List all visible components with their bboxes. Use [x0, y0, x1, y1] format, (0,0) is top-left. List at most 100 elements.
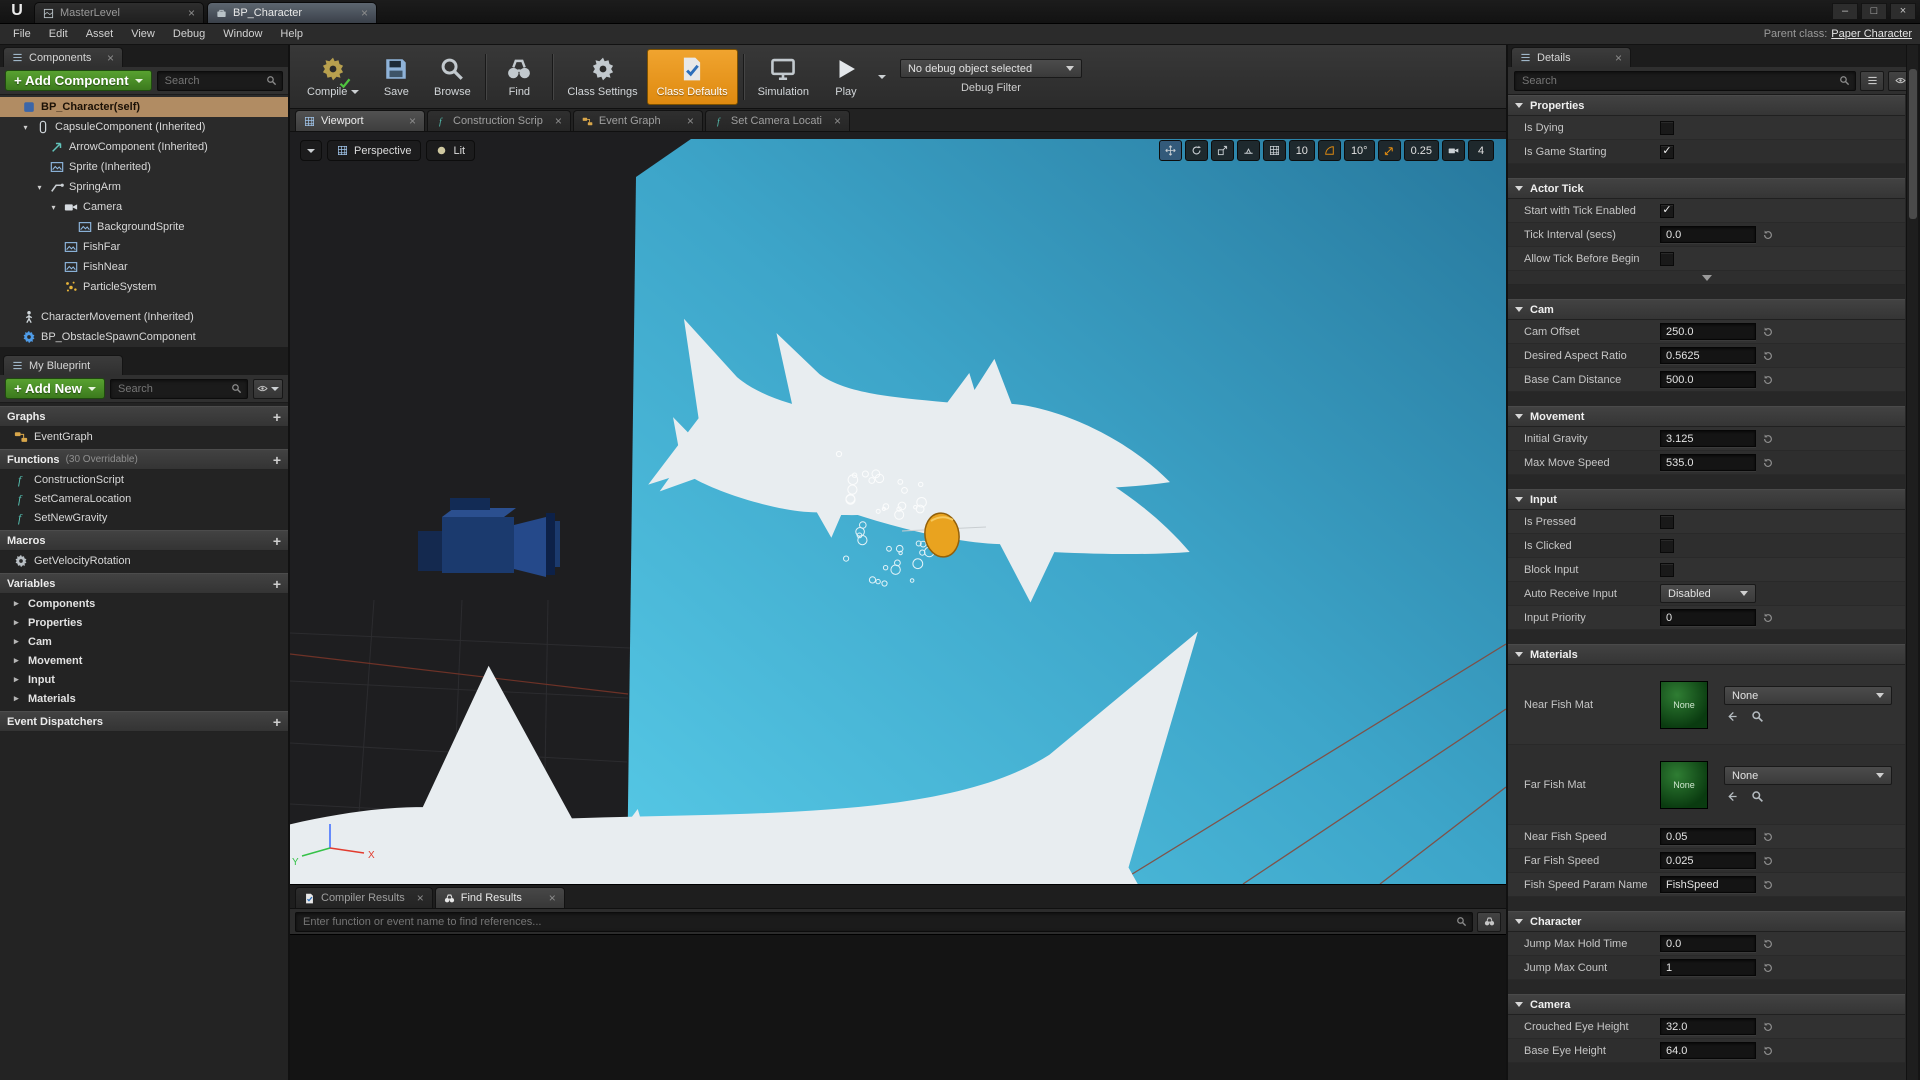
checkbox[interactable]	[1660, 539, 1674, 553]
play-button[interactable]: Play	[818, 49, 874, 105]
tab-event-graph[interactable]: Event Graph×	[573, 110, 703, 131]
section-header[interactable]: Properties	[1508, 95, 1905, 116]
close-icon[interactable]: ×	[543, 892, 556, 904]
visibility-filter-button[interactable]	[253, 379, 283, 399]
component-bp-obstaclespawncomponent[interactable]: BP_ObstacleSpawnComponent	[0, 327, 288, 347]
item-movement[interactable]: ▸Movement	[0, 651, 288, 670]
use-selected-asset-icon[interactable]	[1726, 710, 1739, 723]
section-header[interactable]: Materials	[1508, 644, 1905, 665]
item-components[interactable]: ▸Components	[0, 594, 288, 613]
my-blueprint-search-input[interactable]	[118, 383, 231, 395]
item-setcameralocation[interactable]: SetCameraLocation	[0, 489, 288, 508]
add-button[interactable]: +	[273, 714, 281, 730]
add-button[interactable]: +	[273, 409, 281, 425]
number-input[interactable]: 0.05	[1660, 828, 1756, 845]
item-setnewgravity[interactable]: SetNewGravity	[0, 508, 288, 527]
window-tab-masterlevel[interactable]: MasterLevel×	[34, 2, 204, 23]
close-icon[interactable]: ×	[101, 52, 114, 64]
checkbox[interactable]	[1660, 563, 1674, 577]
find-in-blueprints-button[interactable]	[1477, 912, 1501, 932]
add-button[interactable]: +	[273, 452, 281, 468]
checkbox[interactable]	[1660, 121, 1674, 135]
viewport-scene[interactable]: X Y	[290, 132, 1506, 884]
my-blueprint-panel-tab[interactable]: My Blueprint	[3, 355, 123, 375]
number-input[interactable]: 32.0	[1660, 1018, 1756, 1035]
translate-tool-button[interactable]	[1159, 140, 1182, 161]
section-header[interactable]: Actor Tick	[1508, 178, 1905, 199]
close-icon[interactable]: ×	[681, 115, 694, 127]
add-button[interactable]: +	[273, 533, 281, 549]
rotate-tool-button[interactable]	[1185, 140, 1208, 161]
component-capsulecomponent-inherited[interactable]: ▾CapsuleComponent (Inherited)	[0, 117, 288, 137]
number-input[interactable]: 0.0	[1660, 226, 1756, 243]
number-input[interactable]: 3.125	[1660, 430, 1756, 447]
components-search-input[interactable]	[165, 75, 266, 87]
component-camera[interactable]: ▾Camera	[0, 197, 288, 217]
number-input[interactable]: 1	[1660, 959, 1756, 976]
viewport-options-button[interactable]	[300, 140, 322, 161]
number-input[interactable]: 535.0	[1660, 454, 1756, 471]
section-header[interactable]: Input	[1508, 489, 1905, 510]
section-header[interactable]: Graphs+	[0, 406, 288, 427]
checkbox[interactable]	[1660, 515, 1674, 529]
item-input[interactable]: ▸Input	[0, 670, 288, 689]
tab-set-camera-locati[interactable]: Set Camera Locati×	[705, 110, 850, 131]
parent-class-value[interactable]: Paper Character	[1831, 28, 1912, 40]
checkbox[interactable]: ✓	[1660, 145, 1674, 159]
section-header[interactable]: Event Dispatchers+	[0, 711, 288, 732]
save-button[interactable]: Save	[368, 49, 424, 105]
lit-mode-button[interactable]: Lit	[426, 140, 475, 161]
text-input[interactable]: FishSpeed	[1660, 876, 1756, 893]
minimize-button[interactable]: –	[1832, 3, 1858, 20]
section-header[interactable]: Cam	[1508, 299, 1905, 320]
item-constructionscript[interactable]: ConstructionScript	[0, 470, 288, 489]
close-icon[interactable]: ×	[355, 7, 368, 19]
menu-view[interactable]: View	[122, 28, 164, 40]
tab-construction-scrip[interactable]: Construction Scrip×	[427, 110, 571, 131]
details-panel-tab[interactable]: Details ×	[1511, 47, 1631, 67]
browse-asset-icon[interactable]	[1751, 790, 1764, 803]
item-properties[interactable]: ▸Properties	[0, 613, 288, 632]
material-thumbnail[interactable]: None	[1660, 681, 1708, 729]
menu-window[interactable]: Window	[214, 28, 271, 40]
section-header[interactable]: Camera	[1508, 994, 1905, 1015]
camera-speed-button[interactable]	[1442, 140, 1465, 161]
number-input[interactable]: 0.0	[1660, 935, 1756, 952]
play-options-dropdown[interactable]	[874, 49, 890, 105]
number-input[interactable]: 250.0	[1660, 323, 1756, 340]
menu-debug[interactable]: Debug	[164, 28, 214, 40]
scale-snap-button[interactable]	[1378, 140, 1401, 161]
component-arrowcomponent-inherited[interactable]: ArrowComponent (Inherited)	[0, 137, 288, 157]
grid-snap-button[interactable]	[1263, 140, 1286, 161]
close-icon[interactable]: ×	[1609, 52, 1622, 64]
property-matrix-button[interactable]	[1860, 71, 1884, 91]
component-fishfar[interactable]: FishFar	[0, 237, 288, 257]
class-settings-button[interactable]: Class Settings	[558, 49, 646, 105]
number-input[interactable]: 0.025	[1660, 852, 1756, 869]
tab-find-results[interactable]: Find Results×	[435, 887, 565, 908]
scrollbar-thumb[interactable]	[1909, 69, 1917, 219]
tab-compiler-results[interactable]: Compiler Results×	[295, 887, 433, 908]
item-eventgraph[interactable]: EventGraph	[0, 427, 288, 446]
menu-file[interactable]: File	[4, 28, 40, 40]
menu-asset[interactable]: Asset	[77, 28, 123, 40]
component-bp-character-self[interactable]: BP_Character(self)	[0, 97, 288, 117]
section-header[interactable]: Variables+	[0, 573, 288, 594]
close-icon[interactable]: ×	[182, 7, 195, 19]
add-component-button[interactable]: + Add Component	[5, 70, 152, 91]
number-input[interactable]: 0.5625	[1660, 347, 1756, 364]
component-particlesystem[interactable]: ParticleSystem	[0, 277, 288, 297]
surface-snap-button[interactable]	[1237, 140, 1260, 161]
close-icon[interactable]: ×	[411, 892, 424, 904]
rotation-snap-button[interactable]	[1318, 140, 1341, 161]
viewport[interactable]: X Y Perspective Lit	[290, 132, 1506, 884]
item-getvelocityrotation[interactable]: GetVelocityRotation	[0, 551, 288, 570]
item-cam[interactable]: ▸Cam	[0, 632, 288, 651]
number-input[interactable]: 64.0	[1660, 1042, 1756, 1059]
components-panel-tab[interactable]: Components ×	[3, 47, 123, 67]
component-backgroundsprite[interactable]: BackgroundSprite	[0, 217, 288, 237]
close-button[interactable]: ×	[1890, 3, 1916, 20]
find-results-area[interactable]	[290, 934, 1506, 1080]
material-dropdown[interactable]: None	[1724, 766, 1892, 785]
camera-speed-value[interactable]: 4	[1468, 140, 1494, 161]
